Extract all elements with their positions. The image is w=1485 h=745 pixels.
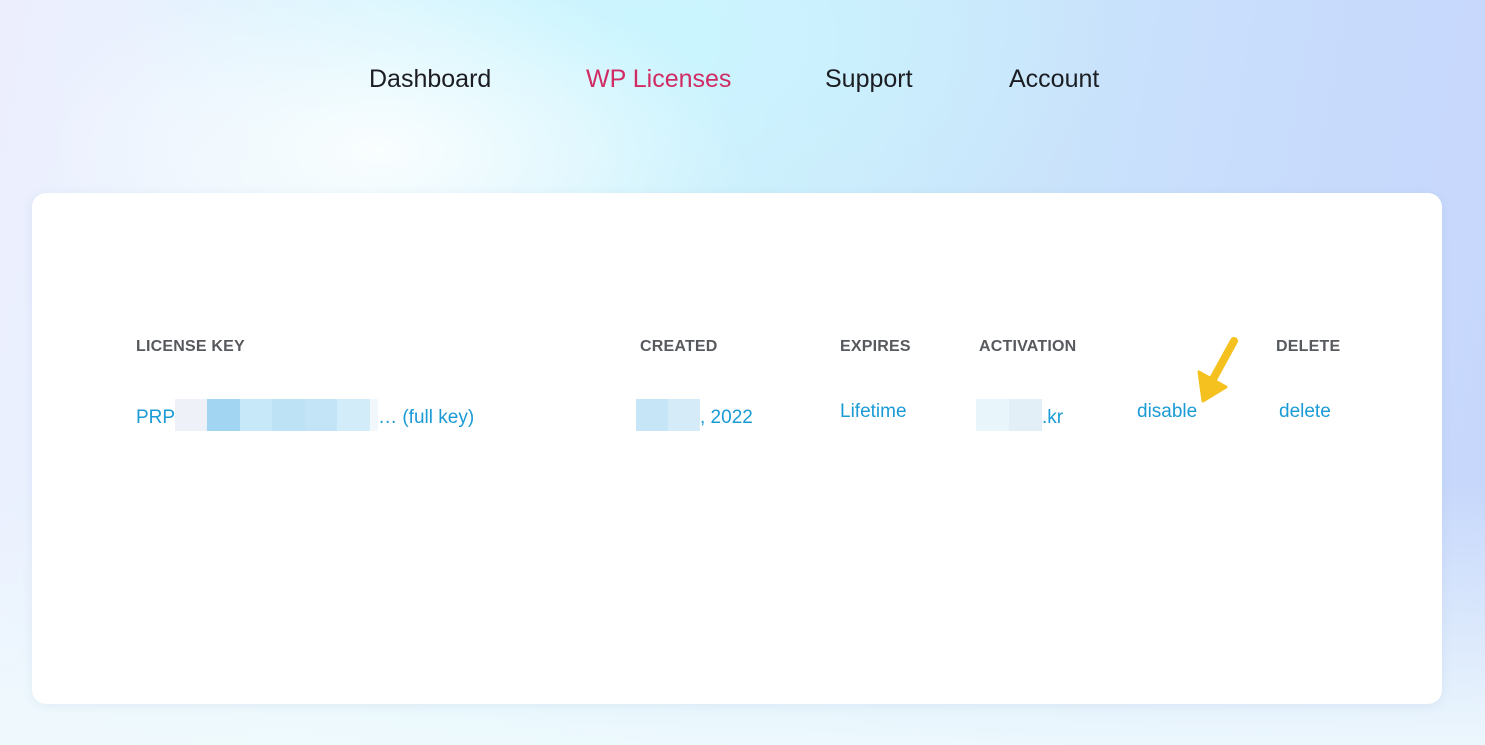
licenses-card: LICENSE KEY CREATED EXPIRES ACTIVATION D… — [32, 193, 1442, 704]
redacted-key-block — [240, 399, 273, 431]
top-navigation: Dashboard WP Licenses Support Account — [0, 60, 1485, 100]
activation-tld: .kr — [1042, 407, 1064, 428]
redacted-domain-block — [976, 399, 1009, 431]
redacted-key-block — [272, 399, 306, 431]
redacted-key-block — [175, 399, 208, 431]
license-key-prefix: PRP — [136, 407, 176, 428]
nav-account[interactable]: Account — [1009, 60, 1099, 98]
redacted-domain-block — [1009, 399, 1042, 431]
nav-wp-licenses[interactable]: WP Licenses — [586, 60, 731, 98]
nav-dashboard[interactable]: Dashboard — [369, 60, 491, 98]
created-date: , 2022 — [636, 399, 753, 431]
expires-value: Lifetime — [840, 401, 907, 422]
nav-support[interactable]: Support — [825, 60, 913, 98]
column-header-license-key: LICENSE KEY — [136, 338, 245, 355]
column-header-expires: EXPIRES — [840, 338, 911, 355]
license-key-link[interactable]: PRP … (full key) — [136, 399, 474, 431]
redacted-date-block — [636, 399, 668, 431]
arrow-pointer-icon — [1197, 337, 1238, 403]
column-header-delete: DELETE — [1276, 338, 1341, 355]
redacted-key-block — [370, 399, 379, 431]
redacted-key-block — [337, 399, 371, 431]
delete-link[interactable]: delete — [1279, 399, 1331, 425]
activation-domain[interactable]: .kr — [976, 399, 1063, 431]
redacted-date-block — [668, 399, 700, 431]
created-year: , 2022 — [700, 407, 753, 428]
full-key-label: … (full key) — [378, 407, 475, 428]
disable-link[interactable]: disable — [1137, 399, 1197, 425]
column-header-created: CREATED — [640, 338, 718, 355]
redacted-key-block — [207, 399, 241, 431]
column-header-activation: ACTIVATION — [979, 338, 1077, 355]
redacted-key-block — [305, 399, 338, 431]
